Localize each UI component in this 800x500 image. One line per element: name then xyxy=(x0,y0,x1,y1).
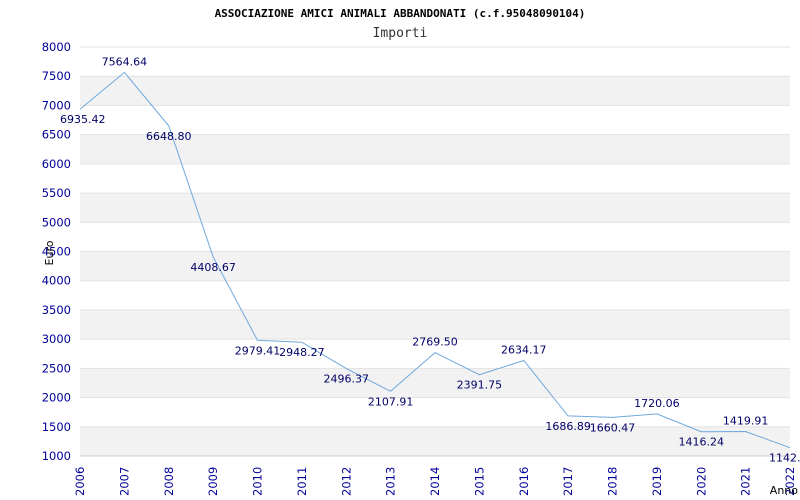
data-label: 4408.67 xyxy=(190,261,236,274)
x-tick-label: 2011 xyxy=(295,467,309,496)
x-tick-label: 2015 xyxy=(472,467,486,496)
y-axis-label: Euro xyxy=(43,240,56,265)
x-axis-label: Anno xyxy=(770,484,798,497)
data-label: 7564.64 xyxy=(102,55,148,68)
data-label: 1686.89 xyxy=(545,420,591,433)
grid-band xyxy=(80,251,790,281)
x-tick-label: 2013 xyxy=(384,467,398,496)
grid-band xyxy=(80,193,790,223)
data-label: 2391.75 xyxy=(457,379,503,392)
data-label: 2979.41 xyxy=(235,344,281,357)
y-tick-label: 1500 xyxy=(42,420,71,434)
data-label: 2948.27 xyxy=(279,346,325,359)
x-tick-label: 2012 xyxy=(339,467,353,496)
y-tick-label: 6000 xyxy=(42,157,71,171)
data-label: 6648.80 xyxy=(146,130,192,143)
x-tick-label: 2018 xyxy=(606,467,620,496)
line-chart: ASSOCIAZIONE AMICI ANIMALI ABBANDONATI (… xyxy=(42,7,800,497)
y-tick-label: 6500 xyxy=(42,128,71,142)
y-tick-label: 5000 xyxy=(42,215,71,229)
data-label: 1720.06 xyxy=(634,397,680,410)
y-tick-label: 5500 xyxy=(42,186,71,200)
data-label: 1660.47 xyxy=(590,421,636,434)
x-tick-label: 2020 xyxy=(694,467,708,496)
x-tick-label: 2010 xyxy=(251,467,265,496)
grid-band xyxy=(80,368,790,398)
chart-title: ASSOCIAZIONE AMICI ANIMALI ABBANDONATI (… xyxy=(215,7,586,20)
x-tick-label: 2019 xyxy=(650,467,664,496)
data-label: 1419.91 xyxy=(723,414,769,427)
y-tick-label: 8000 xyxy=(42,40,71,54)
y-tick-label: 7000 xyxy=(42,98,71,112)
data-label: 2634.17 xyxy=(501,344,547,357)
y-tick-label: 4000 xyxy=(42,274,71,288)
x-tick-label: 2021 xyxy=(739,467,753,496)
data-label: 1142.6 xyxy=(769,452,800,465)
data-label: 2107.91 xyxy=(368,395,414,408)
x-tick-label: 2006 xyxy=(73,467,87,496)
y-tick-label: 1000 xyxy=(42,449,71,463)
data-label: 1416.24 xyxy=(679,436,725,449)
grid-band xyxy=(80,76,790,106)
x-tick-label: 2016 xyxy=(517,467,531,496)
x-tick-label: 2008 xyxy=(162,467,176,496)
data-label: 2496.37 xyxy=(324,373,370,386)
x-tick-label: 2009 xyxy=(206,467,220,496)
x-tick-label: 2014 xyxy=(428,467,442,496)
y-tick-label: 3000 xyxy=(42,332,71,346)
y-tick-label: 2000 xyxy=(42,391,71,405)
x-tick-label: 2007 xyxy=(117,467,131,496)
y-tick-label: 2500 xyxy=(42,361,71,375)
y-tick-label: 7500 xyxy=(42,69,71,83)
x-axis-ticks: 2006 2007 2008 2009 2010 2011 2012 2013 2014 2015… xyxy=(73,467,797,496)
data-label: 6935.42 xyxy=(60,113,106,126)
x-tick-label: 2017 xyxy=(561,467,575,496)
y-tick-label: 3500 xyxy=(42,303,71,317)
data-label: 2769.50 xyxy=(412,336,458,349)
chart-subtitle: Importi xyxy=(373,26,428,41)
